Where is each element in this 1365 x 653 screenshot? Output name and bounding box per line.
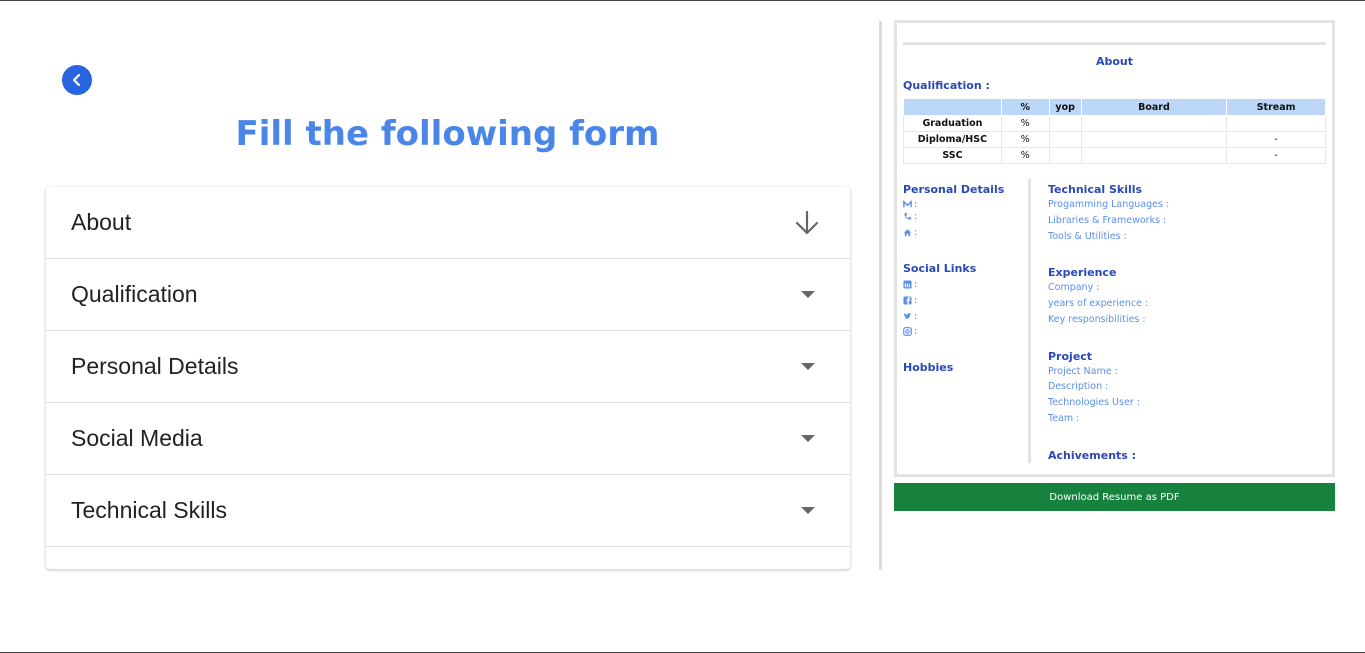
table-cell: %	[1000, 115, 1050, 132]
table-cell: %	[1000, 147, 1050, 164]
table-header: Stream	[1226, 98, 1326, 116]
project-line: Project Name :	[1048, 366, 1118, 377]
accordion-label: Technical Skills	[71, 497, 227, 523]
twitter-icon	[903, 313, 912, 320]
table-header: yop	[1048, 98, 1082, 116]
form-accordion: About Qualification Personal Details Soc…	[46, 187, 850, 569]
resume-qualification-heading: Qualification :	[903, 79, 990, 92]
experience-line: Key responsibilities :	[1048, 314, 1146, 325]
accordion-label: About	[71, 209, 132, 235]
table-cell	[1080, 131, 1228, 148]
accordion-social-media[interactable]: Social Media	[46, 403, 850, 475]
contact-separator: :	[914, 311, 918, 322]
accordion-about[interactable]: About	[46, 187, 850, 259]
table-cell: %	[1000, 131, 1050, 148]
table-cell	[1048, 147, 1082, 164]
table-cell	[1048, 115, 1082, 132]
resume-preview: About Qualification : % yop Board Stream…	[894, 20, 1335, 477]
contact-separator: :	[914, 227, 918, 238]
accordion-personal-details[interactable]: Personal Details	[46, 331, 850, 403]
arrow-down-icon	[795, 210, 819, 234]
personal-details-heading: Personal Details	[903, 183, 1005, 196]
download-resume-button[interactable]: Download Resume as PDF	[894, 483, 1335, 511]
email-line: :	[903, 199, 917, 210]
accordion-label: Personal Details	[71, 353, 239, 379]
contact-separator: :	[914, 279, 918, 290]
chevron-left-icon	[72, 73, 81, 87]
contact-separator: :	[914, 326, 918, 337]
table-cell	[1080, 115, 1228, 132]
table-cell	[1080, 147, 1228, 164]
table-cell: Diploma/HSC	[903, 131, 1002, 148]
resume-about-heading: About	[1095, 55, 1134, 68]
caret-down-icon	[801, 291, 815, 298]
home-icon	[903, 229, 912, 237]
hobbies-heading: Hobbies	[903, 361, 954, 374]
accordion-label: Qualification	[71, 281, 198, 307]
project-heading: Project	[1048, 350, 1093, 363]
table-header: Board	[1080, 98, 1228, 116]
project-line: Team :	[1048, 413, 1080, 424]
experience-heading: Experience	[1048, 266, 1117, 279]
phone-icon	[904, 212, 912, 220]
accordion-qualification[interactable]: Qualification	[46, 259, 850, 331]
table-header-row: % yop Board Stream	[903, 98, 1326, 116]
table-cell: Graduation	[903, 115, 1002, 132]
qualification-table: % yop Board Stream Graduation % Diploma/…	[903, 98, 1326, 164]
address-line: :	[903, 227, 917, 238]
instagram-icon	[903, 327, 912, 336]
linkedin-icon	[903, 280, 912, 289]
social-links-heading: Social Links	[903, 262, 977, 275]
accordion-next-item[interactable]	[46, 547, 850, 569]
table-header: %	[1000, 98, 1050, 116]
project-line: Technologies User :	[1048, 397, 1140, 408]
contact-separator: :	[914, 199, 918, 210]
twitter-line: :	[903, 311, 917, 322]
experience-line: Company :	[1048, 282, 1100, 293]
facebook-line: :	[903, 295, 917, 306]
back-button[interactable]	[62, 65, 92, 95]
contact-separator: :	[914, 211, 918, 222]
technical-skill-line: Tools & Utilities :	[1048, 231, 1127, 242]
project-line: Description :	[1048, 381, 1109, 392]
phone-line: :	[903, 211, 917, 222]
accordion-label: Social Media	[71, 425, 203, 451]
table-header	[903, 98, 1002, 116]
table-cell: SSC	[903, 147, 1002, 164]
caret-down-icon	[801, 507, 815, 514]
resume-column-divider	[1028, 179, 1031, 463]
table-cell: -	[1226, 131, 1326, 148]
caret-down-icon	[801, 435, 815, 442]
contact-separator: :	[914, 295, 918, 306]
technical-skills-heading: Technical Skills	[1048, 183, 1143, 196]
technical-skill-line: Libraries & Frameworks :	[1048, 215, 1167, 226]
table-row: Graduation %	[903, 115, 1326, 132]
caret-down-icon	[801, 363, 815, 370]
instagram-line: :	[903, 326, 917, 337]
table-cell	[1048, 131, 1082, 148]
mail-icon	[903, 200, 912, 208]
table-cell: -	[1226, 147, 1326, 164]
achievements-heading: Achivements :	[1048, 449, 1137, 462]
table-cell	[1226, 115, 1326, 132]
table-row: SSC % -	[903, 147, 1326, 164]
experience-line: years of experience :	[1048, 298, 1149, 309]
resume-top-rule	[903, 42, 1326, 45]
linkedin-line: :	[903, 279, 917, 290]
accordion-technical-skills[interactable]: Technical Skills	[46, 475, 850, 547]
table-row: Diploma/HSC % -	[903, 131, 1326, 148]
technical-skill-line: Progamming Languages :	[1048, 199, 1170, 210]
page-title: Fill the following form	[235, 114, 660, 154]
panel-divider	[879, 21, 882, 570]
facebook-icon	[903, 296, 912, 305]
